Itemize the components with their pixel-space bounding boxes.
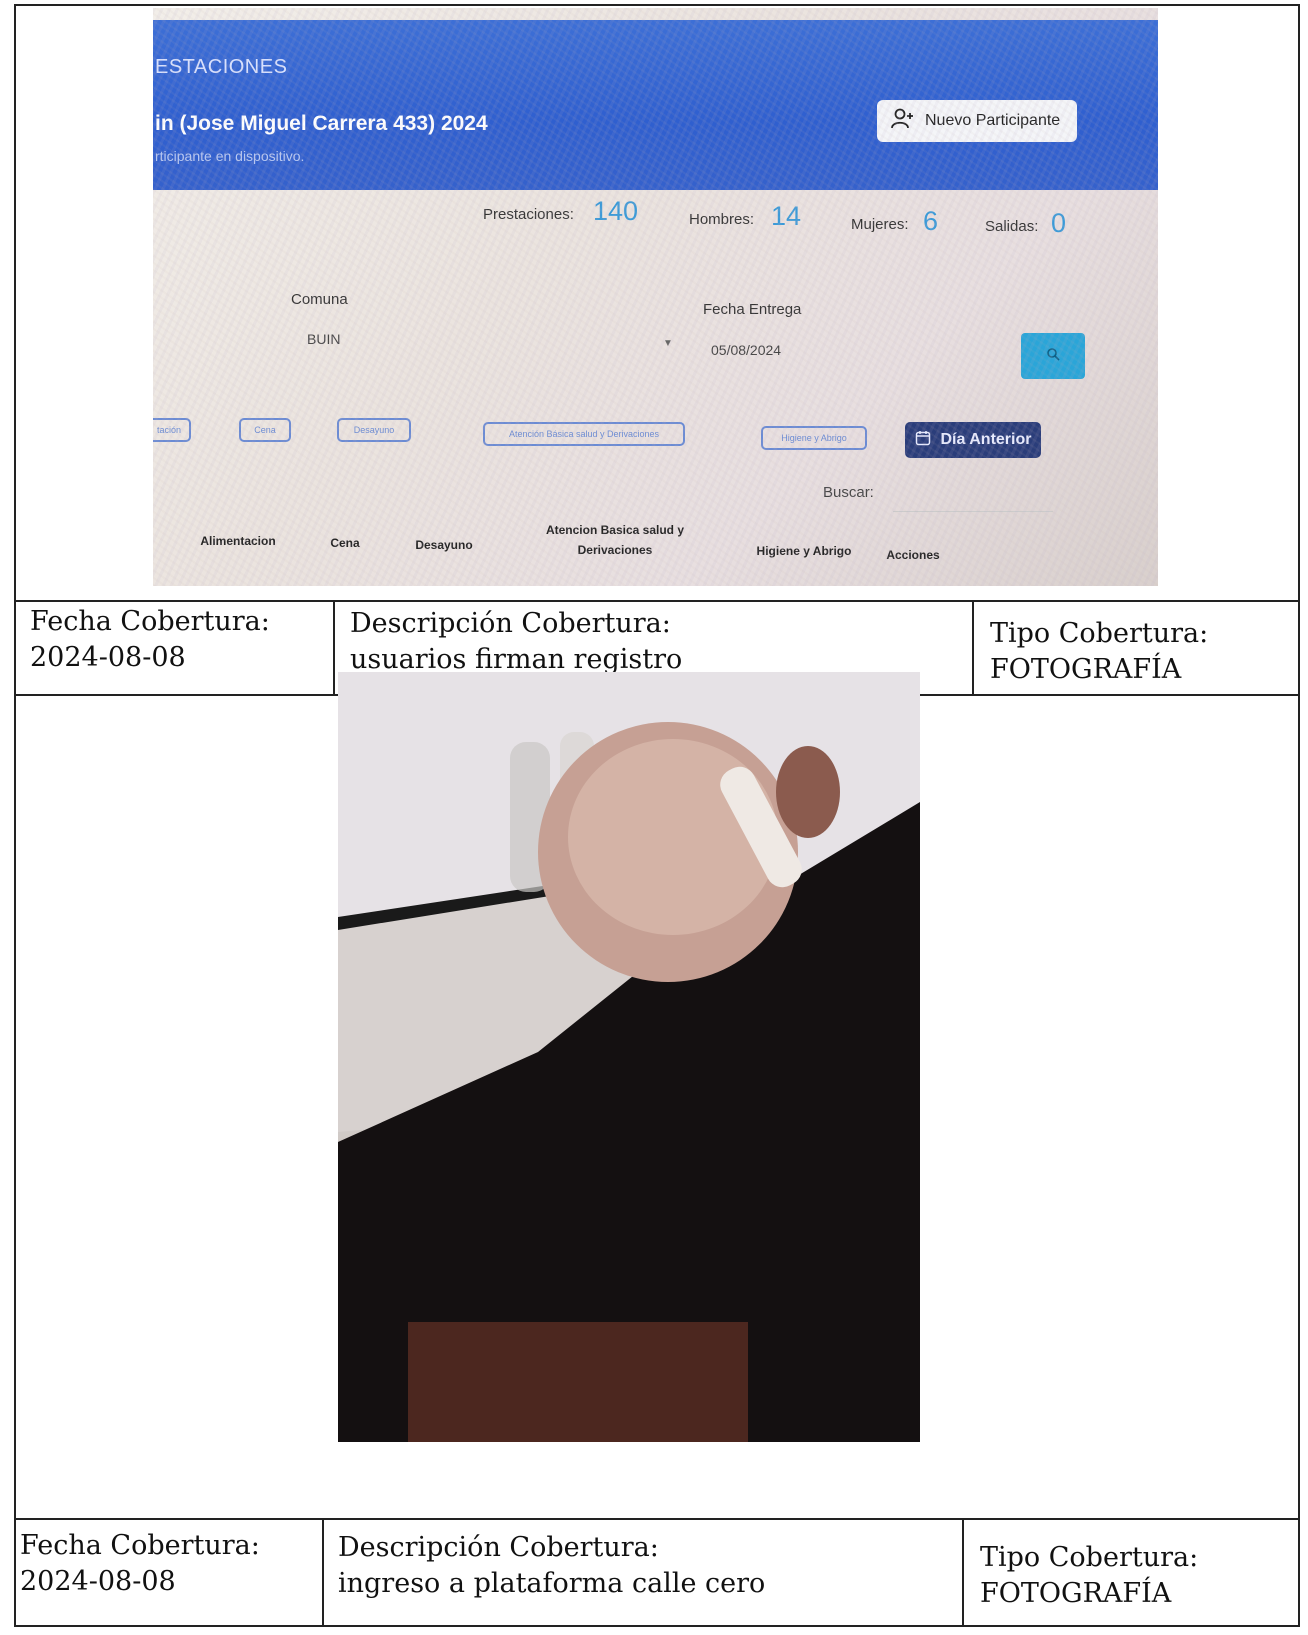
row1-fecha-label: Fecha Cobertura: bbox=[30, 606, 270, 637]
comuna-label: Comuna bbox=[291, 291, 348, 308]
stat-salidas-label: Salidas: bbox=[985, 218, 1039, 235]
column-header-cena: Cena bbox=[330, 536, 360, 550]
column-header-alimentacion: Alimentacion bbox=[200, 534, 276, 548]
stat-prestaciones-value: 140 bbox=[593, 196, 639, 226]
filter-desayuno-button[interactable]: Desayuno bbox=[337, 418, 411, 442]
row1-tipo-cell: Tipo Cobertura: FOTOGRAFÍA bbox=[990, 616, 1290, 688]
app-header-title: ESTACIONES bbox=[155, 56, 288, 78]
add-user-icon bbox=[891, 108, 915, 135]
column-header-higiene: Higiene y Abrigo bbox=[756, 544, 852, 558]
fecha-entrega-input[interactable]: 05/08/2024 bbox=[711, 342, 781, 358]
stat-mujeres-label: Mujeres: bbox=[851, 216, 909, 233]
filter-higiene-button[interactable]: Higiene y Abrigo bbox=[761, 426, 867, 450]
row2-tipo-cell: Tipo Cobertura: FOTOGRAFÍA bbox=[980, 1540, 1280, 1612]
search-input[interactable] bbox=[893, 511, 1053, 512]
search-icon bbox=[1046, 347, 1060, 366]
app-header: ESTACIONES in (Jose Miguel Carrera 433) … bbox=[153, 20, 1158, 190]
platform-screenshot: ESTACIONES in (Jose Miguel Carrera 433) … bbox=[153, 8, 1158, 586]
stat-hombres-value: 14 bbox=[771, 201, 802, 231]
row2-divider-1 bbox=[322, 1518, 324, 1626]
row2-top-border bbox=[14, 1518, 1300, 1520]
row2-tipo-label: Tipo Cobertura: bbox=[980, 1542, 1199, 1573]
photo-illustration bbox=[338, 672, 920, 1442]
header-subtitle: rticipante en dispositivo. bbox=[155, 148, 305, 164]
fecha-entrega-label: Fecha Entrega bbox=[703, 301, 802, 318]
row2-descripcion-value: ingreso a plataforma calle cero bbox=[338, 1568, 766, 1599]
prev-day-button[interactable]: Día Anterior bbox=[905, 422, 1041, 458]
stat-hombres-label: Hombres: bbox=[689, 211, 755, 228]
filter-atencion-button[interactable]: Atención Básica salud y Derivaciones bbox=[483, 422, 685, 446]
filter-alimentacion-button[interactable]: tación bbox=[153, 418, 191, 442]
row2-tipo-value: FOTOGRAFÍA bbox=[980, 1578, 1172, 1609]
row1-tipo-label: Tipo Cobertura: bbox=[990, 618, 1209, 649]
stat-mujeres-value: 6 bbox=[923, 206, 939, 236]
row2-fecha-label: Fecha Cobertura: bbox=[20, 1530, 260, 1561]
row2-fecha-cell: Fecha Cobertura: 2024-08-08 bbox=[20, 1528, 316, 1600]
new-participant-button[interactable]: Nuevo Participante bbox=[877, 100, 1077, 142]
calendar-icon bbox=[915, 430, 931, 451]
row1-divider-2 bbox=[972, 600, 974, 696]
search-button[interactable] bbox=[1021, 333, 1085, 379]
coverage-photo bbox=[338, 672, 920, 1442]
prev-day-label: Día Anterior bbox=[940, 431, 1032, 448]
row1-tipo-value: FOTOGRAFÍA bbox=[990, 654, 1182, 685]
row1-divider-1 bbox=[333, 600, 335, 696]
row1-descripcion-label: Descripción Cobertura: bbox=[350, 608, 671, 639]
row2-descripcion-cell: Descripción Cobertura: ingreso a platafo… bbox=[338, 1530, 954, 1602]
search-label: Buscar: bbox=[823, 484, 874, 501]
stat-prestaciones-label: Prestaciones: bbox=[483, 206, 574, 223]
row1-top-border bbox=[14, 600, 1300, 602]
row1-fecha-value: 2024-08-08 bbox=[30, 642, 186, 673]
column-header-desayuno: Desayuno bbox=[415, 538, 473, 552]
dispositivo-name: in (Jose Miguel Carrera 433) 2024 bbox=[155, 112, 488, 135]
row2-fecha-value: 2024-08-08 bbox=[20, 1566, 176, 1597]
row1-descripcion-cell: Descripción Cobertura: usuarios firman r… bbox=[350, 606, 960, 678]
new-participant-label: Nuevo Participante bbox=[925, 112, 1061, 129]
filter-cena-button[interactable]: Cena bbox=[239, 418, 291, 442]
comuna-select[interactable]: BUIN bbox=[307, 331, 340, 347]
stat-salidas-value: 0 bbox=[1051, 208, 1067, 238]
column-header-atencion: Atencion Basica salud y Derivaciones bbox=[545, 523, 685, 557]
chevron-down-icon[interactable]: ▼ bbox=[663, 338, 673, 349]
row1-fecha-cell: Fecha Cobertura: 2024-08-08 bbox=[30, 604, 326, 676]
row2-divider-2 bbox=[962, 1518, 964, 1626]
column-header-acciones: Acciones bbox=[886, 548, 940, 562]
row2-descripcion-label: Descripción Cobertura: bbox=[338, 1532, 659, 1563]
